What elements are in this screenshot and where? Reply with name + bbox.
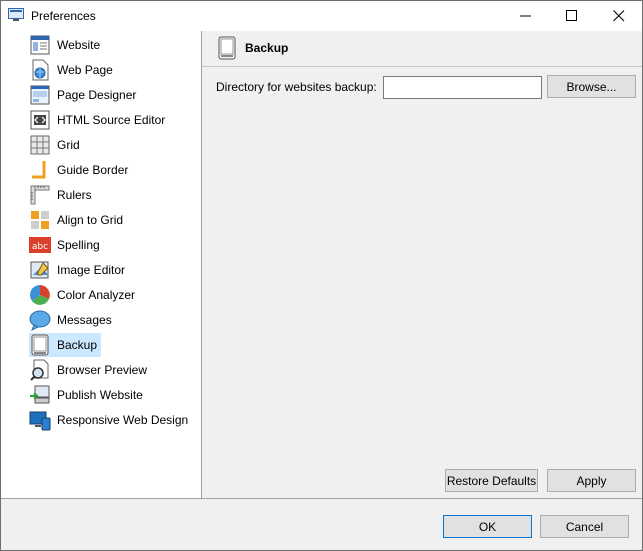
sidebar-item-html-source-editor[interactable]: HTML Source Editor (29, 108, 169, 132)
svg-text:abc: abc (32, 242, 48, 252)
maximize-button[interactable] (549, 1, 595, 31)
sidebar-item-label: Page Designer (57, 88, 137, 102)
sidebar-item-page-designer[interactable]: Page Designer (29, 83, 140, 107)
browse-button[interactable]: Browse... (547, 75, 636, 98)
sidebar-item-backup[interactable]: Backup (29, 333, 102, 357)
sidebar-item-label: Image Editor (57, 263, 126, 277)
maximize-icon (566, 10, 577, 21)
cancel-button[interactable]: Cancel (540, 515, 629, 538)
sidebar-item-label: Publish Website (57, 388, 143, 402)
rulers-icon (30, 185, 50, 205)
browser-preview-icon (30, 359, 49, 381)
sidebar-item-web-page[interactable]: Web Page (29, 58, 117, 82)
ok-button[interactable]: OK (443, 515, 532, 538)
backup-directory-input[interactable] (383, 76, 542, 99)
sidebar-item-label: Messages (57, 313, 112, 327)
window-title: Preferences (31, 9, 96, 23)
sidebar-item-label: Web Page (57, 63, 113, 77)
web-page-icon (32, 59, 49, 81)
sidebar-item-color-analyzer[interactable]: Color Analyzer (29, 283, 139, 307)
sidebar-item-rulers[interactable]: Rulers (29, 183, 96, 207)
dialog-footer: OK Cancel (1, 498, 642, 550)
publish-website-icon (30, 385, 50, 404)
close-icon (613, 10, 625, 22)
sidebar-item-label: Browser Preview (57, 363, 148, 377)
image-editor-icon (30, 261, 49, 279)
sidebar-item-guide-border[interactable]: Guide Border (29, 158, 132, 182)
website-icon (30, 35, 50, 55)
sidebar-item-grid[interactable]: Grid (29, 133, 84, 157)
settings-panel: Backup Directory for websites backup: Br… (202, 31, 642, 498)
sidebar-item-align-to-grid[interactable]: Align to Grid (29, 208, 127, 232)
sidebar-item-image-editor[interactable]: Image Editor (29, 258, 129, 282)
apply-button[interactable]: Apply (547, 469, 636, 492)
close-button[interactable] (596, 1, 642, 31)
preferences-window: Preferences Website Web Page Page Design… (0, 0, 643, 551)
messages-icon (29, 310, 51, 331)
align-to-grid-icon (31, 211, 49, 229)
minimize-icon (520, 15, 531, 17)
sidebar-item-website[interactable]: Website (29, 33, 104, 57)
sidebar-item-label: Website (57, 38, 101, 52)
sidebar-item-label: Color Analyzer (57, 288, 136, 302)
minimize-button[interactable] (503, 1, 549, 31)
sidebar-item-label: Guide Border (57, 163, 129, 177)
sidebar-item-label: HTML Source Editor (57, 113, 166, 127)
sidebar-item-publish-website[interactable]: Publish Website (29, 383, 147, 407)
sidebar-item-browser-preview[interactable]: Browser Preview (29, 358, 151, 382)
title-bar[interactable]: Preferences (1, 1, 642, 31)
backup-icon (31, 334, 49, 356)
sidebar-item-spelling[interactable]: abc Spelling (29, 233, 104, 257)
category-list: Website Web Page Page Designer HTML Sour… (1, 31, 202, 498)
sidebar-item-label: Rulers (57, 188, 92, 202)
sidebar-item-label: Grid (57, 138, 80, 152)
sidebar-item-label: Backup (57, 338, 98, 352)
color-analyzer-icon (29, 285, 50, 305)
page-title: Backup (245, 41, 289, 55)
sidebar-item-responsive-web-design[interactable]: Responsive Web Design (29, 408, 192, 432)
panel-header: Backup (202, 31, 642, 67)
sidebar-item-label: Spelling (57, 238, 100, 252)
responsive-web-design-icon (29, 411, 51, 431)
sidebar-item-label: Responsive Web Design (57, 413, 189, 427)
restore-defaults-button[interactable]: Restore Defaults (445, 469, 538, 492)
grid-icon (30, 135, 50, 155)
guide-border-icon (32, 161, 46, 179)
backup-icon (218, 36, 236, 60)
backup-directory-label: Directory for websites backup: (216, 80, 377, 94)
spelling-icon: abc (29, 237, 51, 253)
preferences-window-icon (8, 8, 24, 21)
html-source-editor-icon (30, 110, 50, 130)
sidebar-item-messages[interactable]: Messages (29, 308, 116, 332)
page-designer-icon (30, 85, 50, 105)
sidebar-item-label: Align to Grid (57, 213, 124, 227)
